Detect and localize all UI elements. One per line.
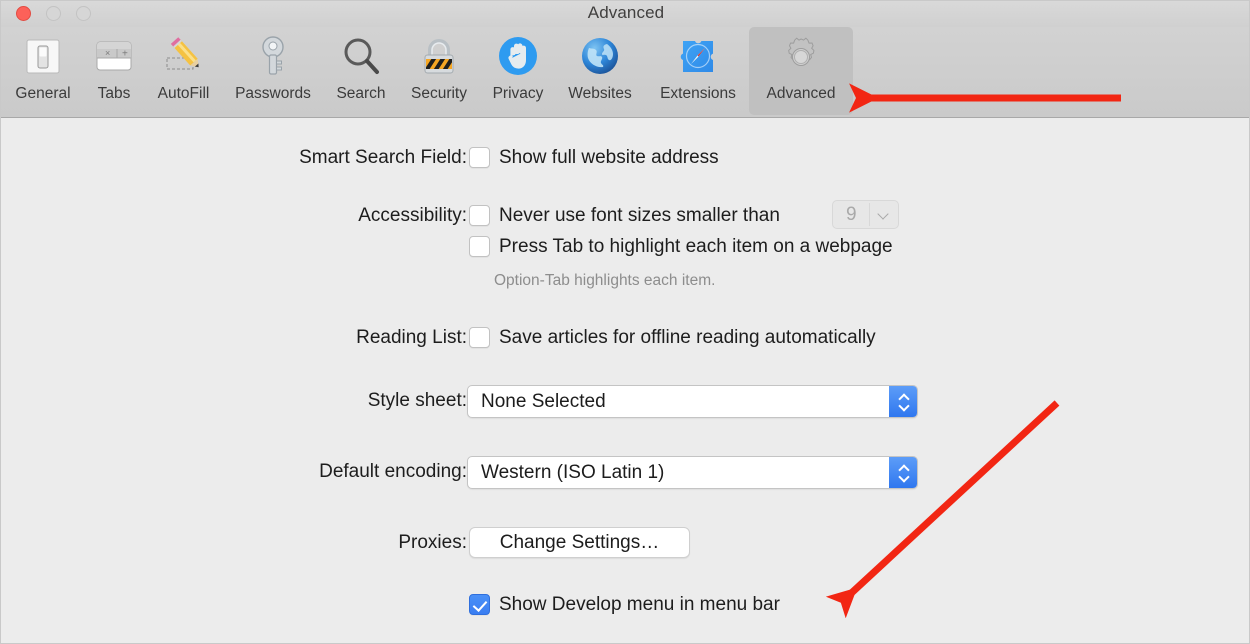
- style-sheet-label: Style sheet:: [367, 390, 467, 411]
- default-encoding-value: Western (ISO Latin 1): [481, 461, 665, 483]
- style-sheet-popup-button[interactable]: None Selected: [467, 385, 918, 418]
- minimum-font-size-label[interactable]: Never use font sizes smaller than: [499, 205, 780, 227]
- chevron-down-icon: [899, 473, 908, 482]
- toolbar-tab-label: AutoFill: [157, 85, 210, 102]
- toolbar-tab-general[interactable]: General: [7, 27, 79, 115]
- toolbar-tab-label: Extensions: [660, 85, 736, 102]
- toolbar-tab-passwords[interactable]: Passwords: [219, 27, 327, 115]
- lock-icon: [414, 32, 464, 82]
- preferences-toolbar: General × + Tabs AutoFill Passwords Sear…: [1, 27, 1249, 118]
- toolbar-tab-label: Websites: [568, 85, 632, 102]
- svg-text:×: ×: [105, 48, 110, 58]
- default-encoding-label: Default encoding:: [319, 461, 467, 482]
- show-develop-menu-label[interactable]: Show Develop menu in menu bar: [499, 594, 780, 616]
- svg-text:+: +: [122, 49, 128, 60]
- toolbar-tab-label: Advanced: [766, 85, 836, 102]
- toolbar-tab-autofill[interactable]: AutoFill: [145, 27, 222, 115]
- press-tab-highlight-label[interactable]: Press Tab to highlight each item on a we…: [499, 236, 893, 258]
- minimum-font-size-dropdown[interactable]: 9: [832, 200, 899, 229]
- popup-stepper-arrows[interactable]: [889, 457, 917, 488]
- chevron-down-icon: [899, 402, 908, 411]
- toolbar-tab-label: General: [15, 85, 71, 102]
- globe-icon: [575, 32, 625, 82]
- switch-icon: [18, 32, 68, 82]
- toolbar-tab-label: Security: [411, 85, 467, 102]
- title-bar: Advanced: [1, 1, 1249, 27]
- key-icon: [248, 32, 298, 82]
- toolbar-tab-privacy[interactable]: Privacy: [479, 27, 557, 115]
- toolbar-tab-security[interactable]: Security: [397, 27, 481, 115]
- toolbar-tab-label: Tabs: [97, 85, 131, 102]
- show-full-website-address-checkbox[interactable]: [469, 147, 490, 168]
- reading-list-label: Reading List:: [356, 327, 467, 348]
- toolbar-tab-label: Search: [336, 85, 386, 102]
- option-tab-hint: Option-Tab highlights each item.: [494, 272, 716, 289]
- show-develop-menu-checkbox[interactable]: [469, 594, 490, 615]
- change-settings-button[interactable]: Change Settings…: [469, 527, 690, 558]
- advanced-preferences-pane: Smart Search Field: Show full website ad…: [1, 118, 1249, 643]
- minimum-font-size-checkbox[interactable]: [469, 205, 490, 226]
- pencil-icon: [159, 32, 209, 82]
- style-sheet-value: None Selected: [481, 390, 606, 412]
- toolbar-tab-extensions[interactable]: Extensions: [643, 27, 753, 115]
- gear-icon: [776, 32, 826, 82]
- default-encoding-popup-button[interactable]: Western (ISO Latin 1): [467, 456, 918, 489]
- toolbar-tab-label: Passwords: [235, 85, 311, 102]
- press-tab-highlight-checkbox[interactable]: [469, 236, 490, 257]
- preferences-window: Advanced General × + Tabs AutoFill Passw…: [0, 0, 1250, 644]
- proxies-label: Proxies:: [398, 532, 467, 553]
- tabs-icon: × +: [89, 32, 139, 82]
- chevron-down-icon: [879, 210, 890, 221]
- save-articles-offline-checkbox[interactable]: [469, 327, 490, 348]
- toolbar-tab-search[interactable]: Search: [323, 27, 399, 115]
- toolbar-tab-label: Privacy: [492, 85, 544, 102]
- accessibility-label: Accessibility:: [358, 205, 467, 226]
- minimum-font-size-value: 9: [846, 203, 857, 225]
- magnifier-icon: [336, 32, 386, 82]
- toolbar-tab-websites[interactable]: Websites: [555, 27, 645, 115]
- window-title: Advanced: [587, 3, 665, 22]
- hand-icon: [493, 32, 543, 82]
- toolbar-tab-tabs[interactable]: × + Tabs: [81, 27, 147, 115]
- divider: [869, 203, 870, 226]
- show-full-website-address-label[interactable]: Show full website address: [499, 147, 719, 169]
- puzzle-icon: [673, 32, 723, 82]
- save-articles-offline-label[interactable]: Save articles for offline reading automa…: [499, 327, 876, 349]
- smart-search-field-label: Smart Search Field:: [299, 147, 467, 168]
- popup-stepper-arrows[interactable]: [889, 386, 917, 417]
- toolbar-tab-advanced[interactable]: Advanced: [749, 27, 853, 115]
